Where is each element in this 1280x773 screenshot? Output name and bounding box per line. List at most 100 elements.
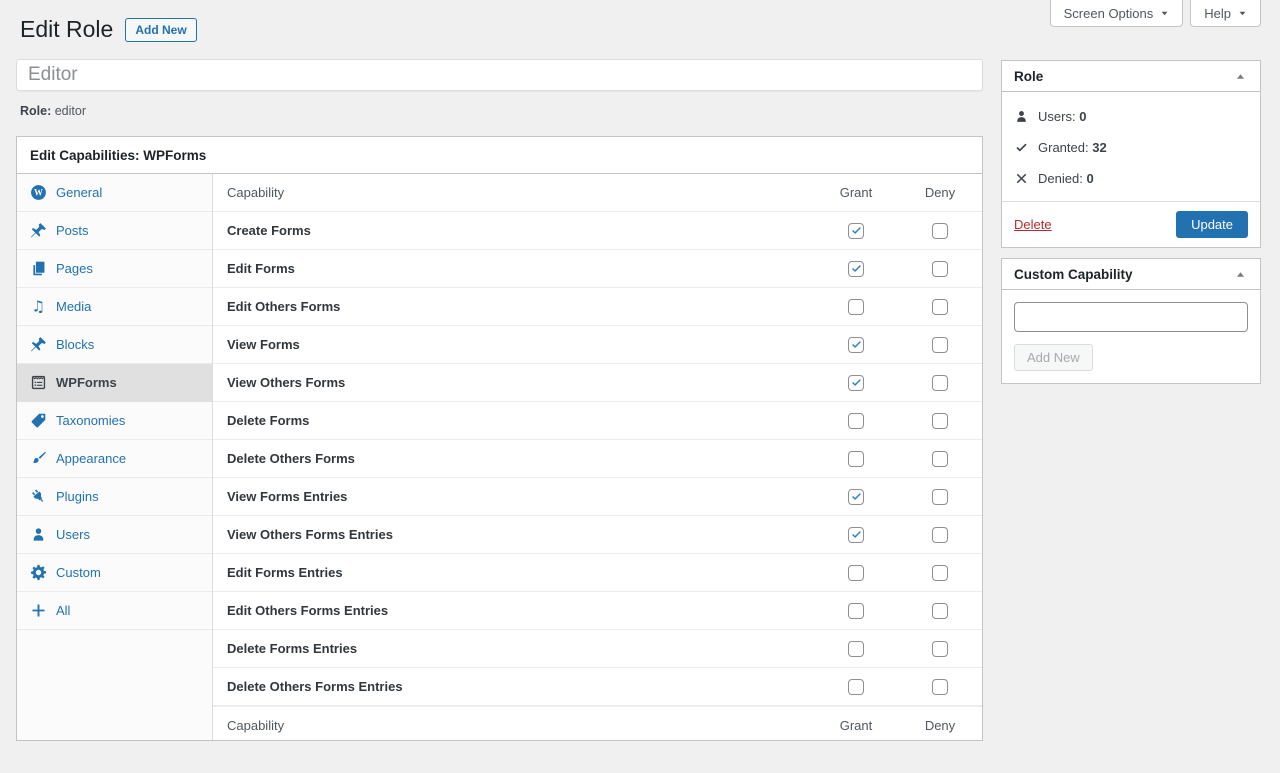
deny-checkbox[interactable] xyxy=(932,489,948,505)
x-icon xyxy=(1014,171,1029,186)
capability-name: Delete Forms xyxy=(227,413,814,428)
sidebar-item-taxonomies[interactable]: Taxonomies xyxy=(17,402,212,440)
capability-name: Delete Forms Entries xyxy=(227,641,814,656)
capability-row: View Forms xyxy=(213,326,982,364)
role-metabox-footer: Delete Update xyxy=(1002,201,1260,247)
sidebar-item-label: Posts xyxy=(56,223,89,238)
stat-label: Granted: xyxy=(1038,140,1089,155)
sidebar-item-all[interactable]: All xyxy=(17,592,212,630)
pages-icon xyxy=(30,260,47,277)
grant-checkbox[interactable] xyxy=(848,603,864,619)
sidebar-item-general[interactable]: General xyxy=(17,174,212,212)
wordpress-icon xyxy=(30,184,47,201)
gear-icon xyxy=(30,564,47,581)
column-header-deny: Deny xyxy=(898,185,982,200)
capability-name: Edit Others Forms Entries xyxy=(227,603,814,618)
capability-row: View Others Forms Entries xyxy=(213,516,982,554)
grant-checkbox[interactable] xyxy=(848,641,864,657)
deny-checkbox[interactable] xyxy=(932,451,948,467)
sidebar-item-wpforms[interactable]: WPForms xyxy=(17,364,212,402)
check-icon xyxy=(850,528,863,541)
sidebar-item-posts[interactable]: Posts xyxy=(17,212,212,250)
sidebar-item-plugins[interactable]: Plugins xyxy=(17,478,212,516)
deny-checkbox[interactable] xyxy=(932,641,948,657)
plus-icon xyxy=(30,602,47,619)
deny-checkbox[interactable] xyxy=(932,565,948,581)
sidebar-item-label: Custom xyxy=(56,565,101,580)
sidebar-item-media[interactable]: Media xyxy=(17,288,212,326)
role-slug-value: editor xyxy=(55,104,86,118)
collapse-toggle-button[interactable] xyxy=(1233,267,1248,282)
add-new-capability-button[interactable]: Add New xyxy=(1014,344,1093,371)
chevron-down-icon xyxy=(1238,9,1247,18)
form-icon xyxy=(30,374,47,391)
help-button[interactable]: Help xyxy=(1190,0,1261,27)
deny-checkbox[interactable] xyxy=(932,527,948,543)
sidebar-item-label: Plugins xyxy=(56,489,99,504)
custom-capability-input[interactable] xyxy=(1014,302,1248,332)
collapse-up-icon xyxy=(1235,71,1246,82)
capability-row: Edit Forms Entries xyxy=(213,554,982,592)
capability-name: Edit Forms Entries xyxy=(227,565,814,580)
grant-checkbox[interactable] xyxy=(848,489,864,505)
capability-name: View Forms xyxy=(227,337,814,352)
column-footer-deny: Deny xyxy=(898,718,982,733)
grant-checkbox[interactable] xyxy=(848,299,864,315)
deny-checkbox[interactable] xyxy=(932,337,948,353)
role-slug-line: Role: editor xyxy=(20,104,86,118)
grant-checkbox[interactable] xyxy=(848,451,864,467)
grant-checkbox[interactable] xyxy=(848,679,864,695)
grant-checkbox[interactable] xyxy=(848,337,864,353)
column-header-grant: Grant xyxy=(814,185,898,200)
capability-row: Delete Others Forms Entries xyxy=(213,668,982,706)
grant-checkbox[interactable] xyxy=(848,413,864,429)
edit-capabilities-panel: Edit Capabilities: WPForms General Posts… xyxy=(16,136,983,741)
sidebar-item-pages[interactable]: Pages xyxy=(17,250,212,288)
collapse-toggle-button[interactable] xyxy=(1233,69,1248,84)
screen-options-button[interactable]: Screen Options xyxy=(1050,0,1184,27)
user-icon xyxy=(1014,109,1029,124)
deny-checkbox[interactable] xyxy=(932,679,948,695)
chevron-down-icon xyxy=(1160,9,1169,18)
sidebar-item-label: Media xyxy=(56,299,91,314)
tag-icon xyxy=(30,412,47,429)
stat-label: Denied: xyxy=(1038,171,1083,186)
capability-name: Edit Forms xyxy=(227,261,814,276)
role-slug-label: Role: xyxy=(20,104,51,118)
capability-row: Edit Others Forms xyxy=(213,288,982,326)
grant-checkbox[interactable] xyxy=(848,223,864,239)
deny-checkbox[interactable] xyxy=(932,603,948,619)
sidebar-item-custom[interactable]: Custom xyxy=(17,554,212,592)
collapse-up-icon xyxy=(1235,269,1246,280)
add-new-role-button[interactable]: Add New xyxy=(125,18,196,42)
sidebar-item-blocks[interactable]: Blocks xyxy=(17,326,212,364)
capability-row: Delete Forms xyxy=(213,402,982,440)
pushpin-icon xyxy=(30,222,47,239)
check-icon xyxy=(1014,140,1029,155)
grant-checkbox[interactable] xyxy=(848,527,864,543)
screen-options-label: Screen Options xyxy=(1064,6,1154,21)
role-stat-row: Granted: 32 xyxy=(1014,132,1248,163)
custom-capability-metabox: Custom Capability Add New xyxy=(1001,258,1261,384)
sidebar-item-label: Taxonomies xyxy=(56,413,125,428)
deny-checkbox[interactable] xyxy=(932,375,948,391)
grant-checkbox[interactable] xyxy=(848,375,864,391)
user-icon xyxy=(30,526,47,543)
role-metabox: Role Users: 0 Granted: 32 Denied: 0 xyxy=(1001,60,1261,248)
stat-label: Users: xyxy=(1038,109,1076,124)
custom-capability-title: Custom Capability xyxy=(1014,267,1133,282)
grant-checkbox[interactable] xyxy=(848,565,864,581)
grant-checkbox[interactable] xyxy=(848,261,864,277)
deny-checkbox[interactable] xyxy=(932,299,948,315)
deny-checkbox[interactable] xyxy=(932,413,948,429)
update-role-button[interactable]: Update xyxy=(1176,211,1248,238)
sidebar-item-appearance[interactable]: Appearance xyxy=(17,440,212,478)
sidebar-item-users[interactable]: Users xyxy=(17,516,212,554)
capability-category-nav: General Posts Pages Media xyxy=(17,174,213,740)
check-icon xyxy=(850,376,863,389)
role-name-input[interactable] xyxy=(16,59,983,91)
delete-role-link[interactable]: Delete xyxy=(1014,217,1052,232)
capability-name: View Others Forms Entries xyxy=(227,527,814,542)
deny-checkbox[interactable] xyxy=(932,261,948,277)
deny-checkbox[interactable] xyxy=(932,223,948,239)
